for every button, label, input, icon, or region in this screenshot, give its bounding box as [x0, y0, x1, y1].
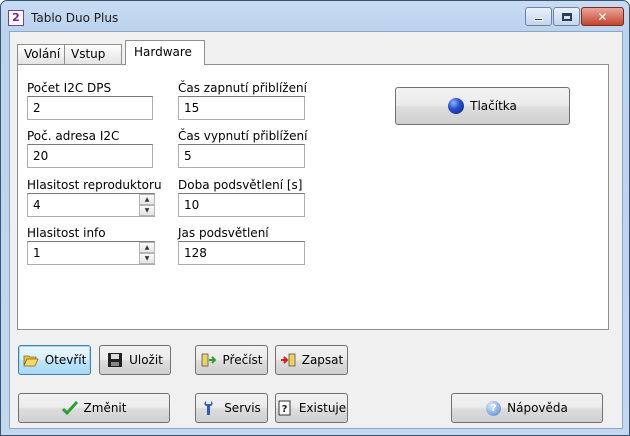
- pocet-i2c-dps-input[interactable]: [27, 96, 153, 120]
- otevrit-button[interactable]: Otevřít: [18, 345, 91, 375]
- existuje-button-label: Existuje: [298, 401, 347, 415]
- svg-text:?: ?: [281, 404, 287, 415]
- jas-podsvetleni-input[interactable]: [178, 241, 305, 265]
- app-icon[interactable]: 2: [8, 10, 24, 26]
- poc-adresa-i2c-input[interactable]: [27, 144, 153, 168]
- checkmark-icon: [61, 400, 78, 416]
- doba-podsvetleni-input[interactable]: [178, 193, 305, 217]
- question-document-icon: ?: [277, 400, 293, 416]
- maximize-button[interactable]: [553, 7, 580, 26]
- spin-down-button[interactable]: ▼: [139, 253, 155, 264]
- servis-button[interactable]: Servis: [195, 393, 268, 423]
- minimize-button[interactable]: [525, 7, 552, 26]
- label-pocet-i2c-dps: Počet I2C DPS: [27, 81, 112, 95]
- zmenit-button-label: Změnit: [83, 401, 127, 415]
- spin-down-button[interactable]: ▼: [139, 205, 155, 216]
- tlacitka-button-label: Tlačítka: [470, 99, 517, 113]
- cas-vypnuti-input[interactable]: [178, 144, 305, 168]
- hlasitost-reproduktoru-spinner: ▲ ▼: [139, 194, 155, 216]
- servis-button-label: Servis: [224, 401, 261, 415]
- tlacitka-button[interactable]: Tlačítka: [395, 87, 570, 125]
- title-bar[interactable]: 2 Tablo Duo Plus ✕: [1, 1, 629, 31]
- zapsat-button-label: Zapsat: [301, 353, 344, 367]
- client-area: Volání Vstup Hardware Počet I2C DPS Poč.…: [9, 31, 623, 429]
- label-doba-podsvetleni: Doba podsvětlení [s]: [178, 178, 303, 192]
- label-hlasitost-info: Hlasitost info: [27, 226, 106, 240]
- open-folder-icon: [23, 352, 39, 368]
- tab-hardware[interactable]: Hardware: [125, 40, 205, 65]
- napoveda-button[interactable]: ? Nápověda: [451, 393, 603, 423]
- floppy-disk-icon: [107, 352, 123, 368]
- napoveda-button-label: Nápověda: [507, 401, 568, 415]
- minimize-icon: [534, 18, 543, 21]
- close-icon: ✕: [597, 9, 608, 24]
- ulozit-button-label: Uložit: [129, 353, 163, 367]
- ulozit-button[interactable]: Uložit: [99, 345, 171, 375]
- tab-volani[interactable]: Volání: [17, 44, 65, 64]
- label-jas-podsvetleni: Jas podsvětlení: [178, 226, 269, 240]
- hlasitost-reproduktoru-input[interactable]: [27, 193, 155, 217]
- wrench-icon: [202, 400, 218, 416]
- cas-zapnuti-input[interactable]: [178, 96, 305, 120]
- label-hlasitost-reproduktoru: Hlasitost reproduktoru: [27, 178, 162, 192]
- help-icon: ?: [486, 400, 502, 416]
- zapsat-button[interactable]: Zapsat: [275, 345, 348, 375]
- window-controls: ✕: [524, 7, 624, 27]
- window-title: Tablo Duo Plus: [31, 11, 119, 25]
- read-device-icon: [201, 352, 217, 368]
- tab-vstup[interactable]: Vstup: [64, 44, 122, 64]
- existuje-button[interactable]: ? Existuje: [275, 393, 348, 423]
- label-cas-vypnuti: Čas vypnutí přiblížení: [178, 129, 308, 143]
- label-poc-adresa-i2c: Poč. adresa I2C: [27, 129, 120, 143]
- write-device-icon: [280, 352, 296, 368]
- precist-button-label: Přečíst: [222, 353, 263, 367]
- spin-up-button[interactable]: ▲: [139, 242, 155, 253]
- hlasitost-info-input[interactable]: [27, 241, 155, 265]
- spin-up-button[interactable]: ▲: [139, 194, 155, 205]
- zmenit-button[interactable]: Změnit: [18, 393, 170, 423]
- hlasitost-info-spinner: ▲ ▼: [139, 242, 155, 264]
- blue-sphere-icon: [448, 98, 465, 114]
- otevrit-button-label: Otevřít: [44, 353, 87, 367]
- close-button[interactable]: ✕: [581, 7, 624, 26]
- label-cas-zapnuti: Čas zapnutí přiblížení: [178, 81, 307, 95]
- app-window: 2 Tablo Duo Plus ✕ Volání Vstup Hardware…: [0, 0, 630, 436]
- hardware-panel: Počet I2C DPS Poč. adresa I2C Hlasitost …: [17, 64, 609, 330]
- precist-button[interactable]: Přečíst: [195, 345, 268, 375]
- maximize-icon: [561, 12, 572, 21]
